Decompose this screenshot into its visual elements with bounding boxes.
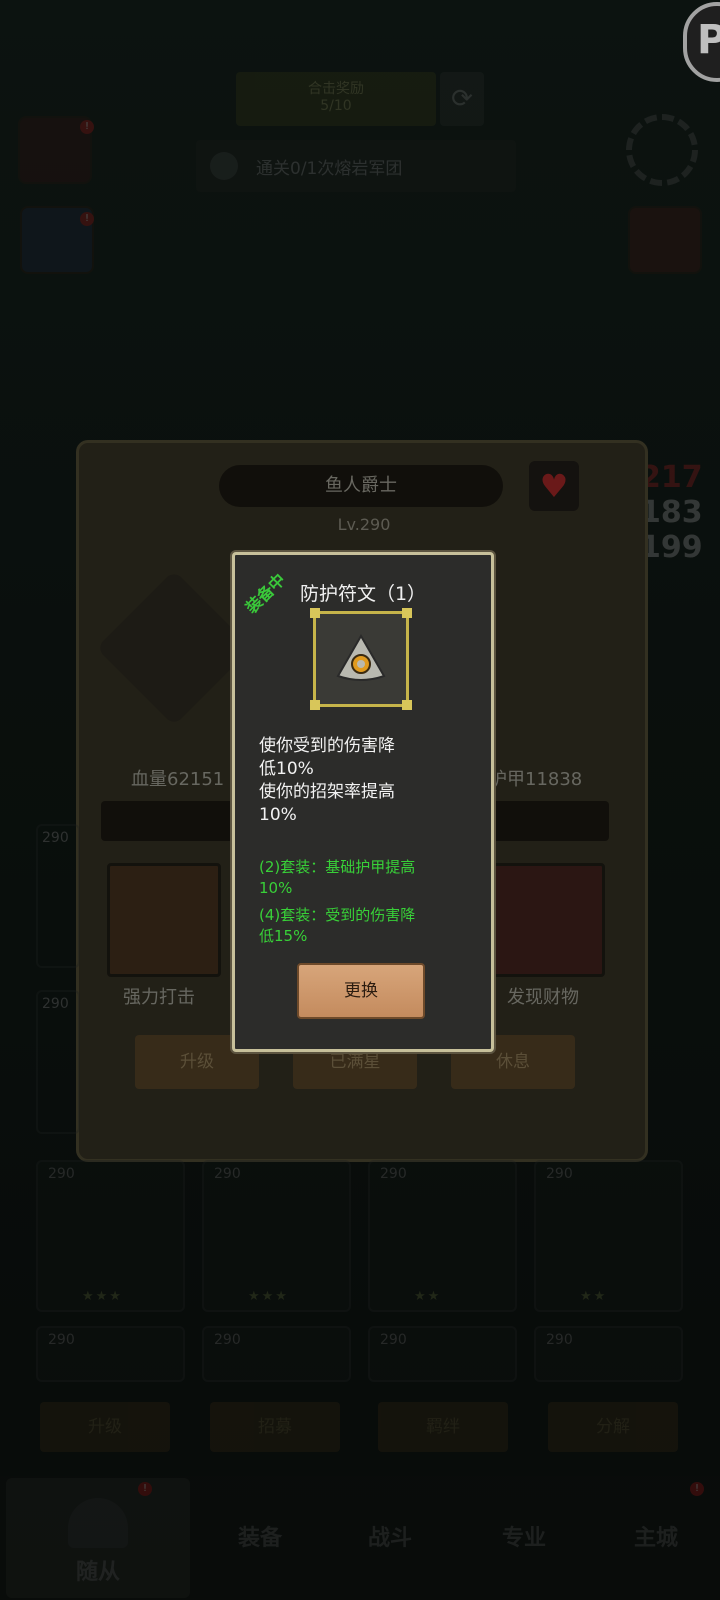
swap-button[interactable]: 更换	[297, 963, 425, 1019]
item-title: 防护符文（1）	[299, 583, 427, 605]
item-description: 使你受到的伤害降 低10% 使你的招架率提高 10%	[259, 736, 395, 825]
set-bonus-2: (2)套装：基础护甲提高 10%	[259, 858, 416, 897]
item-icon-frame	[310, 608, 412, 710]
frame-corner	[310, 608, 320, 618]
frame-corner	[310, 700, 320, 710]
set-bonus-4: (4)套装：受到的伤害降 低15%	[259, 906, 416, 945]
frame-corner	[402, 608, 412, 618]
rune-stone-icon	[336, 633, 386, 681]
frame-corner	[402, 700, 412, 710]
item-detail-modal: 装备中 防护符文（1） 使你受到的伤害降 低10% 使你的招架率提高 10% (…	[232, 552, 494, 1052]
